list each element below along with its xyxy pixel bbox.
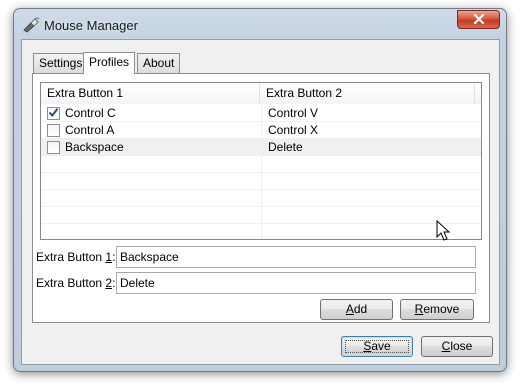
label-text: Extra Button bbox=[36, 250, 106, 264]
extra-button-2-field[interactable] bbox=[116, 272, 476, 294]
row-button1-cell: Backspace bbox=[65, 140, 124, 154]
title-bar[interactable]: Mouse Manager bbox=[14, 9, 506, 39]
empty-row bbox=[41, 224, 481, 239]
column-header-extra-button-2[interactable]: Extra Button 2 bbox=[259, 83, 475, 104]
mouse-icon bbox=[22, 17, 40, 33]
profiles-tab-panel: Extra Button 1 Extra Button 2 Control C … bbox=[32, 73, 490, 323]
client-area: Settings Profiles About Extra Button 1 E… bbox=[21, 39, 500, 365]
extra-button-1-field[interactable] bbox=[116, 246, 476, 268]
empty-row bbox=[41, 190, 481, 207]
list-header: Extra Button 1 Extra Button 2 bbox=[41, 83, 481, 104]
tab-settings[interactable]: Settings bbox=[33, 53, 89, 73]
focus-rectangle bbox=[345, 340, 409, 353]
window-title: Mouse Manager bbox=[44, 18, 138, 33]
window-close-button[interactable] bbox=[457, 10, 500, 29]
list-row[interactable]: Control C Control V bbox=[41, 105, 481, 122]
list-row[interactable]: Control A Control X bbox=[41, 122, 481, 139]
empty-row bbox=[41, 207, 481, 224]
arrow-cursor-icon bbox=[436, 219, 452, 242]
close-button[interactable]: Close bbox=[421, 336, 493, 357]
remove-label: emove bbox=[423, 302, 460, 316]
row-button2-cell: Control V bbox=[268, 106, 319, 120]
save-button[interactable]: Save bbox=[341, 336, 413, 357]
label-colon: : bbox=[112, 250, 116, 264]
column-header-filler bbox=[475, 83, 481, 104]
checkmark-icon bbox=[48, 107, 59, 121]
add-button[interactable]: Add bbox=[320, 299, 393, 320]
mouse-manager-window: Mouse Manager Settings Profiles About Ex… bbox=[13, 8, 507, 372]
list-row-selected[interactable]: Backspace Delete bbox=[41, 139, 481, 156]
extra-button-1-label: Extra Button 1: bbox=[36, 249, 115, 265]
add-label: dd bbox=[353, 302, 368, 316]
tab-about[interactable]: About bbox=[137, 53, 181, 73]
remove-button[interactable]: Remove bbox=[400, 299, 474, 320]
close-icon bbox=[472, 13, 486, 27]
empty-row bbox=[41, 173, 481, 190]
empty-row bbox=[41, 156, 481, 173]
remove-accelerator: R bbox=[414, 302, 424, 316]
row-button1-cell: Control A bbox=[65, 123, 115, 137]
label-text: Extra Button bbox=[36, 276, 106, 290]
profiles-list[interactable]: Extra Button 1 Extra Button 2 Control C … bbox=[40, 82, 482, 240]
row-button2-cell: Control X bbox=[268, 123, 319, 137]
close-label: lose bbox=[450, 339, 473, 353]
label-colon: : bbox=[112, 276, 116, 290]
row-checkbox[interactable] bbox=[47, 124, 60, 137]
tab-profiles[interactable]: Profiles bbox=[83, 52, 136, 74]
row-checkbox[interactable] bbox=[47, 107, 60, 120]
column-header-extra-button-1[interactable]: Extra Button 1 bbox=[41, 83, 260, 104]
row-checkbox[interactable] bbox=[47, 141, 60, 154]
row-button1-cell: Control C bbox=[65, 106, 116, 120]
extra-button-2-label: Extra Button 2: bbox=[36, 275, 115, 291]
row-button2-cell: Delete bbox=[268, 140, 303, 154]
add-accelerator: A bbox=[345, 302, 354, 316]
list-body: Control C Control V Control A Control X … bbox=[41, 105, 481, 239]
